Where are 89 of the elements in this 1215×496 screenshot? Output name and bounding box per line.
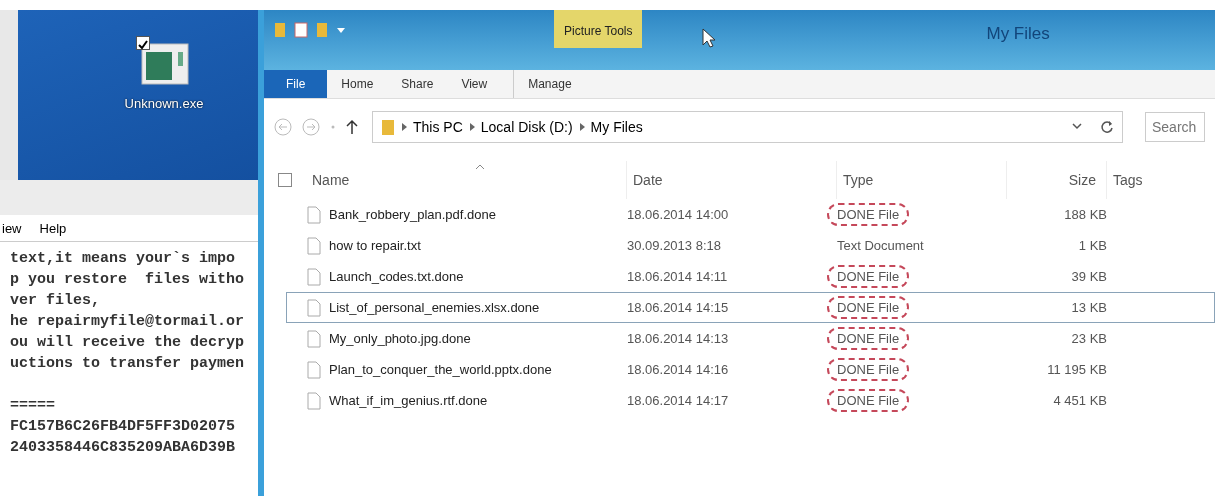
file-icon xyxy=(307,329,321,348)
window-title: My Files xyxy=(986,24,1050,44)
dropdown-icon[interactable] xyxy=(1072,123,1082,131)
text-line: FC157B6C26FB4DF5FF3D02075 xyxy=(10,418,236,435)
search-field[interactable]: Search xyxy=(1145,112,1205,142)
type-cell-text: Text Document xyxy=(836,237,925,255)
column-header[interactable]: Type xyxy=(843,172,874,188)
file-icon xyxy=(307,205,321,224)
file-icon xyxy=(307,391,321,410)
date-cell-text: 18.06.2014 14:16 xyxy=(627,362,730,377)
text-line: p you restore files witho xyxy=(10,271,245,288)
file-row[interactable]: List_of_personal_enemies.xlsx.done 18.06.2014 14:15 DONE File 13 KB xyxy=(286,292,1215,323)
checkbox[interactable] xyxy=(136,36,150,50)
ribbon-tab[interactable]: Manage xyxy=(513,70,586,98)
breadcrumb[interactable]: My Files xyxy=(590,119,643,135)
file-row[interactable]: how to repair.txt 30.09.2013 8:18 Text Document 1 KB xyxy=(286,230,1215,261)
text-line: ver files, xyxy=(10,292,100,309)
breadcrumb[interactable]: This PC xyxy=(413,119,463,135)
column-header[interactable]: Date xyxy=(633,172,663,188)
size-cell: 11 195 KB xyxy=(1047,362,1107,377)
text-line: ===== xyxy=(10,397,55,414)
chevron-icon xyxy=(468,123,475,131)
file-icon xyxy=(307,236,321,255)
text-line: text,it means your`s impo xyxy=(10,250,236,267)
back-icon[interactable] xyxy=(274,118,292,136)
file-name: List_of_personal_enemies.xlsx.done xyxy=(329,300,540,315)
caret-icon[interactable] xyxy=(330,124,336,130)
date-cell-text: 18.06.2014 14:13 xyxy=(627,331,730,346)
size-cell: 188 KB xyxy=(1064,207,1107,222)
type-cell: DONE File xyxy=(827,358,910,381)
file-row[interactable]: Launch_codes.txt.done 18.06.2014 14:11 DONE File 39 KB xyxy=(286,261,1215,292)
dropdown-icon[interactable] xyxy=(336,25,346,35)
chevron-icon xyxy=(401,123,407,131)
type-cell: DONE File xyxy=(827,389,910,412)
date-cell-text: 18.06.2014 14:00 xyxy=(627,207,730,222)
menu-item[interactable]: iew xyxy=(2,220,22,236)
address-bar[interactable]: This PC Local Disk (D:) My Files xyxy=(372,111,1123,143)
ribbon-tab[interactable]: Home xyxy=(327,70,388,98)
ribbon-tab[interactable]: Share xyxy=(387,70,448,98)
type-cell: DONE File xyxy=(827,296,910,319)
file-label[interactable]: Unknown.exe xyxy=(124,96,204,111)
folder-icon[interactable] xyxy=(316,22,328,38)
date-cell-text: 18.06.2014 14:17 xyxy=(627,393,730,408)
breadcrumb[interactable]: Local Disk (D:) xyxy=(480,119,573,135)
ribbon-tab[interactable]: View xyxy=(447,70,502,98)
column-header[interactable]: Size xyxy=(1068,172,1096,188)
file-icon xyxy=(307,360,321,379)
file-name: how to repair.txt xyxy=(329,238,421,253)
column-header[interactable]: Name xyxy=(312,172,350,188)
text-line: 2403358446C835209ABA6D39B xyxy=(10,439,236,456)
type-cell: DONE File xyxy=(827,265,910,288)
file-icon xyxy=(307,298,321,317)
context-tab-label[interactable]: Picture Tools xyxy=(554,10,643,48)
cursor-icon xyxy=(702,28,717,48)
size-cell: 39 KB xyxy=(1071,269,1107,284)
date-cell-text: 18.06.2014 14:15 xyxy=(627,300,730,315)
select-all-checkbox[interactable] xyxy=(278,173,292,187)
sort-caret-icon xyxy=(476,164,484,169)
file-name: Bank_robbery_plan.pdf.done xyxy=(329,207,496,222)
date-cell-text: 18.06.2014 14:11 xyxy=(627,269,729,284)
file-name: My_only_photo.jpg.done xyxy=(329,331,471,346)
file-name: What_if_im_genius.rtf.done xyxy=(329,393,488,408)
file-row[interactable]: Plan_to_conquer_the_world.pptx.done 18.06.2014 14:16 DONE File 11 195 KB xyxy=(286,354,1215,385)
type-cell: DONE File xyxy=(827,203,910,226)
ribbon-tab[interactable]: File xyxy=(264,70,328,98)
file-icon xyxy=(307,267,321,286)
file-row[interactable]: My_only_photo.jpg.done 18.06.2014 14:13 DONE File 23 KB xyxy=(286,323,1215,354)
type-cell: DONE File xyxy=(827,327,910,350)
chevron-icon xyxy=(578,123,585,131)
file-name: Launch_codes.txt.done xyxy=(329,269,464,284)
forward-icon[interactable] xyxy=(302,118,320,136)
size-cell: 4 451 KB xyxy=(1053,393,1107,408)
folder-icon xyxy=(381,118,395,136)
file-row[interactable]: Bank_robbery_plan.pdf.done 18.06.2014 14:00 DONE File 188 KB xyxy=(286,199,1215,230)
text-line: ou will receive the decryp xyxy=(10,334,245,351)
size-cell: 13 KB xyxy=(1071,300,1107,315)
text-line: he repairmyfile@tormail.or xyxy=(10,313,245,330)
file-row[interactable]: What_if_im_genius.rtf.done 18.06.2014 14:17 DONE File 4 451 KB xyxy=(286,385,1215,416)
date-cell-text: 30.09.2013 8:18 xyxy=(627,238,722,253)
column-header[interactable]: Tags xyxy=(1113,172,1143,188)
folder-icon[interactable] xyxy=(274,22,286,38)
menu-item[interactable]: Help xyxy=(39,220,67,236)
file-name: Plan_to_conquer_the_world.pptx.done xyxy=(329,362,552,377)
refresh-icon[interactable] xyxy=(1100,120,1114,134)
size-cell: 23 KB xyxy=(1071,331,1107,346)
size-cell: 1 KB xyxy=(1078,238,1107,253)
up-arrow-icon[interactable] xyxy=(346,119,358,135)
document-icon[interactable] xyxy=(294,22,308,38)
text-line: uctions to transfer paymen xyxy=(10,355,245,372)
